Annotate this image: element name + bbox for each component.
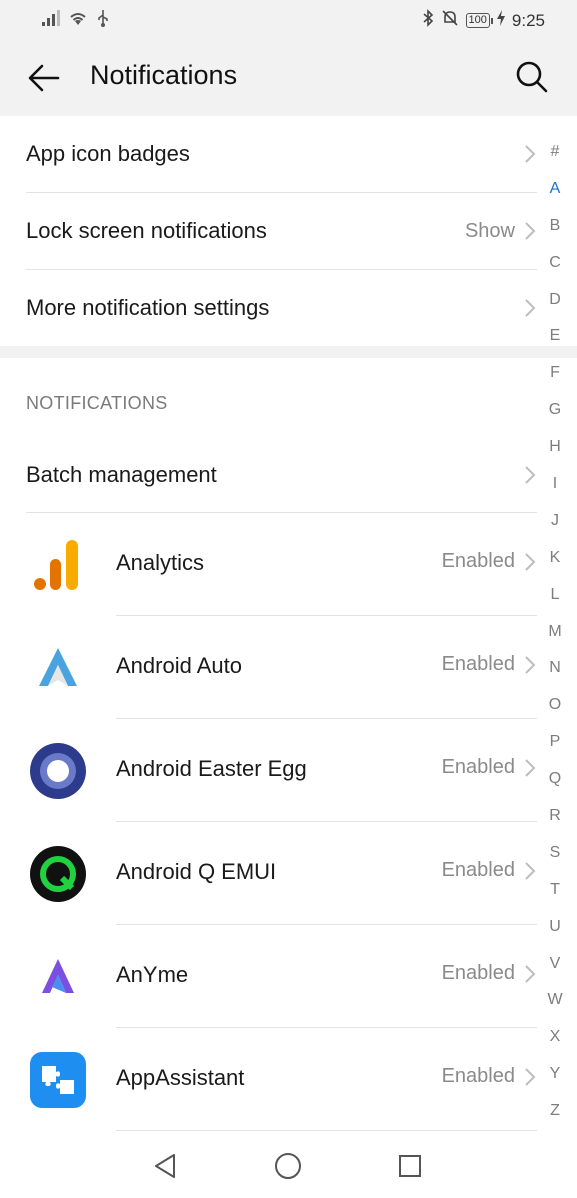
navigation-bar	[0, 1136, 577, 1198]
app-name: Android Easter Egg	[116, 756, 307, 781]
charging-icon	[496, 10, 505, 31]
app-row-android-easter-egg[interactable]: Android Easter Egg Enabled	[0, 719, 537, 822]
alphabet-letter[interactable]: H	[549, 436, 561, 473]
back-triangle-icon[interactable]	[150, 1150, 182, 1182]
app-status: Enabled	[441, 756, 515, 778]
alphabet-letter[interactable]: T	[550, 879, 560, 916]
alphabet-letter[interactable]: #	[551, 141, 560, 178]
chevron-right-icon	[525, 758, 536, 777]
alphabet-letter[interactable]: M	[548, 621, 561, 658]
alphabet-letter[interactable]: V	[550, 953, 561, 990]
back-arrow-icon[interactable]	[26, 60, 62, 96]
lock-screen-label: Lock screen notifications	[26, 218, 267, 243]
signal-icon	[42, 10, 60, 31]
android-easter-egg-icon	[30, 743, 86, 799]
chevron-right-icon	[525, 145, 536, 163]
app-name: AnYme	[116, 962, 189, 987]
bluetooth-icon	[422, 9, 434, 32]
app-icon-badges-row[interactable]: App icon badges	[26, 116, 537, 192]
batch-management-label: Batch management	[26, 462, 217, 487]
app-row-anyme[interactable]: AnYme Enabled	[0, 925, 537, 1028]
alphabet-letter[interactable]: R	[549, 805, 561, 842]
chevron-right-icon	[525, 466, 536, 484]
alphabet-letter[interactable]: P	[550, 731, 561, 768]
chevron-right-icon	[525, 1067, 536, 1086]
app-row-analytics[interactable]: Analytics Enabled	[0, 513, 537, 616]
android-auto-icon	[30, 640, 86, 696]
alphabet-letter[interactable]: A	[550, 178, 561, 215]
usb-icon	[96, 9, 110, 32]
app-status: Enabled	[441, 859, 515, 881]
app-name: AppAssistant	[116, 1065, 245, 1090]
section-title: NOTIFICATIONS	[26, 393, 168, 413]
app-row-android-auto[interactable]: Android Auto Enabled	[0, 616, 537, 719]
alphabet-letter[interactable]: F	[550, 362, 560, 399]
app-name: Android Auto	[116, 653, 242, 678]
app-status: Enabled	[441, 962, 515, 984]
chevron-right-icon	[525, 222, 536, 240]
alphabet-letter[interactable]: G	[549, 399, 561, 436]
app-row-appassistant[interactable]: AppAssistant Enabled	[0, 1028, 537, 1131]
alphabet-letter[interactable]: Q	[549, 768, 561, 805]
mute-icon	[441, 9, 459, 32]
alphabet-letter[interactable]: O	[549, 694, 561, 731]
anyme-icon	[30, 949, 86, 1005]
app-name: Android Q EMUI	[116, 859, 277, 884]
page-title: Notifications	[90, 60, 238, 90]
app-icon-badges-label: App icon badges	[26, 141, 190, 166]
alphabet-letter[interactable]: S	[550, 842, 561, 879]
app-name: Analytics	[116, 550, 205, 575]
chevron-right-icon	[525, 655, 536, 674]
lock-screen-row[interactable]: Lock screen notifications Show	[26, 193, 537, 269]
alphabet-letter[interactable]: N	[549, 657, 561, 694]
status-time: 9:25	[511, 10, 545, 30]
alphabet-letter[interactable]: J	[551, 510, 559, 547]
section-gap	[0, 346, 577, 358]
alphabet-letter[interactable]: L	[551, 584, 560, 621]
analytics-icon	[30, 537, 86, 593]
settings-group: App icon badges Lock screen notification…	[0, 116, 577, 346]
android-q-emui-icon	[30, 846, 86, 902]
batch-management-row[interactable]: Batch management	[26, 437, 537, 513]
app-bar: Notifications	[0, 40, 577, 116]
chevron-right-icon	[525, 299, 536, 317]
status-bar: 100 9:25	[0, 0, 577, 40]
alphabet-letter[interactable]: X	[550, 1026, 561, 1063]
search-icon[interactable]	[515, 60, 549, 94]
more-settings-label: More notification settings	[26, 295, 270, 320]
appassistant-icon	[30, 1052, 86, 1108]
alphabet-letter[interactable]: C	[549, 252, 561, 289]
app-status: Enabled	[441, 1065, 515, 1087]
recents-square-icon[interactable]	[394, 1150, 426, 1182]
alphabet-index[interactable]: # A B C D E F G H I J K L M N O P Q R S T U V W X Y Z	[541, 141, 569, 1137]
lock-screen-value: Show	[464, 219, 515, 242]
divider	[116, 1130, 537, 1131]
alphabet-letter[interactable]: B	[550, 215, 561, 252]
alphabet-letter[interactable]: K	[550, 547, 561, 584]
chevron-right-icon	[525, 861, 536, 880]
alphabet-letter[interactable]: D	[549, 289, 561, 326]
alphabet-letter[interactable]: Y	[550, 1063, 561, 1100]
chevron-right-icon	[525, 552, 536, 571]
home-circle-icon[interactable]	[272, 1150, 304, 1182]
more-settings-row[interactable]: More notification settings	[26, 270, 537, 346]
alphabet-letter[interactable]: E	[550, 325, 561, 362]
chevron-right-icon	[525, 964, 536, 983]
app-status: Enabled	[441, 653, 515, 675]
app-row-android-q-emui[interactable]: Android Q EMUI Enabled	[0, 822, 537, 925]
alphabet-letter[interactable]: W	[547, 989, 562, 1026]
alphabet-letter[interactable]: U	[549, 916, 561, 953]
alphabet-letter[interactable]: Z	[550, 1100, 560, 1137]
app-status: Enabled	[441, 550, 515, 572]
battery-icon: 100	[465, 13, 494, 28]
alphabet-letter[interactable]: I	[553, 473, 557, 510]
wifi-icon	[68, 10, 88, 31]
